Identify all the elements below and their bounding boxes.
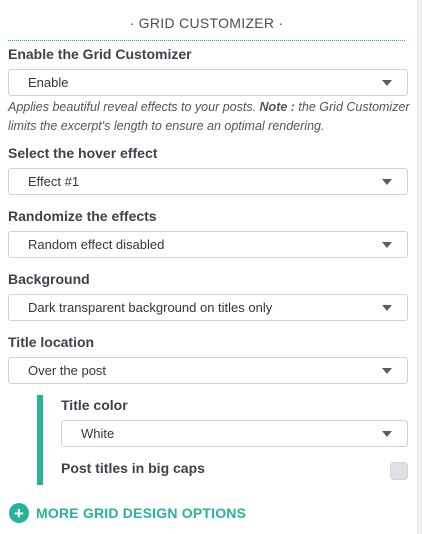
hover-effect-label: Select the hover effect [8, 145, 158, 161]
more-grid-options-link[interactable]: + MORE GRID DESIGN OPTIONS [9, 503, 246, 523]
big-caps-label: Post titles in big caps [61, 460, 205, 476]
randomize-select[interactable]: Random effect disabled [8, 231, 408, 258]
grid-customizer-panel: · GRID CUSTOMIZER · Enable the Grid Cust… [0, 0, 418, 534]
randomize-value: Random effect disabled [28, 237, 165, 252]
randomize-label: Randomize the effects [8, 208, 157, 224]
chevron-down-icon [382, 431, 392, 437]
title-location-label: Title location [8, 334, 95, 350]
more-grid-options-label: MORE GRID DESIGN OPTIONS [36, 505, 247, 521]
enable-grid-description: Applies beautiful reveal effects to your… [8, 98, 413, 136]
background-value: Dark transparent background on titles on… [28, 300, 273, 315]
enable-grid-value: Enable [28, 75, 69, 90]
desc-note: Note : [259, 100, 295, 114]
big-caps-checkbox[interactable] [390, 462, 408, 480]
title-location-value: Over the post [28, 363, 107, 378]
plus-circle-icon: + [9, 503, 29, 523]
title-color-select[interactable]: White [61, 420, 408, 447]
hover-effect-value: Effect #1 [28, 174, 80, 189]
enable-grid-label: Enable the Grid Customizer [8, 46, 192, 62]
title-location-select[interactable]: Over the post [8, 357, 408, 384]
enable-grid-select[interactable]: Enable [8, 69, 408, 96]
chevron-down-icon [382, 305, 392, 311]
chevron-down-icon [382, 242, 392, 248]
chevron-down-icon [382, 368, 392, 374]
chevron-down-icon [382, 179, 392, 185]
background-select[interactable]: Dark transparent background on titles on… [8, 294, 408, 321]
hover-effect-select[interactable]: Effect #1 [8, 168, 408, 195]
section-title: · GRID CUSTOMIZER · [8, 14, 405, 41]
sub-options-indicator [37, 395, 43, 485]
background-label: Background [8, 271, 90, 287]
desc-prefix: Applies beautiful reveal effects to your… [8, 100, 260, 114]
title-color-value: White [81, 426, 115, 441]
title-color-label: Title color [61, 397, 128, 413]
chevron-down-icon [382, 80, 392, 86]
